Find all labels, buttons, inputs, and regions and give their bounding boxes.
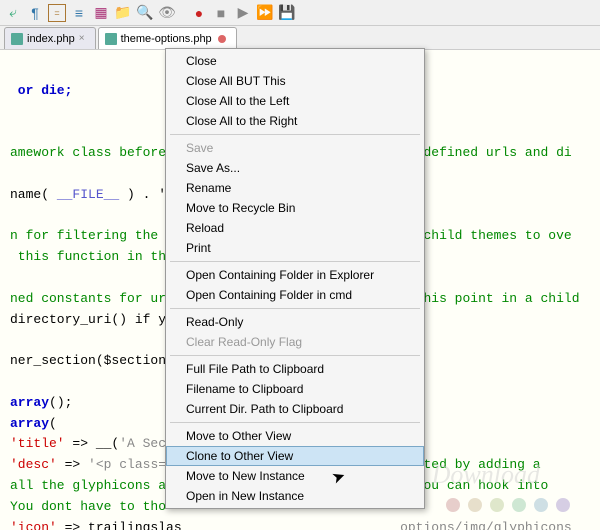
dot-icon [556, 498, 570, 512]
toolbar-icon-show-whitespace[interactable]: ¶ [26, 4, 44, 22]
toolbar-icon-word-wrap[interactable]: ⤶ [4, 4, 22, 22]
menu-item-close[interactable]: Close [166, 51, 424, 71]
menu-item-rename[interactable]: Rename [166, 178, 424, 198]
menu-item-move-to-other-view[interactable]: Move to Other View [166, 426, 424, 446]
tab-theme-options-php[interactable]: theme-options.php [98, 27, 237, 49]
toolbar-icon-doc-map[interactable]: ▦ [92, 4, 110, 22]
menu-item-current-dir-path-to-clipboard[interactable]: Current Dir. Path to Clipboard [166, 399, 424, 419]
menu-item-save: Save [166, 138, 424, 158]
toolbar-icon-folder[interactable]: 📁 [114, 4, 132, 22]
toolbar-icon-eye[interactable]: 👁 [158, 4, 176, 22]
menu-separator [170, 422, 420, 423]
menu-item-open-containing-folder-in-cmd[interactable]: Open Containing Folder in cmd [166, 285, 424, 305]
watermark-dots [446, 498, 570, 512]
toolbar-icon-function-list[interactable]: ≡ [70, 4, 88, 22]
menu-item-clone-to-other-view[interactable]: Clone to Other View [166, 446, 424, 466]
toolbar-icon-record[interactable]: ● [190, 4, 208, 22]
dot-icon [534, 498, 548, 512]
toolbar-icon-save-macro[interactable]: 💾 [278, 4, 296, 22]
code-line: or die; [10, 83, 72, 98]
menu-item-close-all-to-the-left[interactable]: Close All to the Left [166, 91, 424, 111]
tab-bar: index.php × theme-options.php [0, 26, 600, 50]
file-icon [11, 33, 23, 45]
dot-icon [512, 498, 526, 512]
tab-label: index.php [27, 33, 75, 45]
toolbar-icon-play[interactable]: ▶ [234, 4, 252, 22]
menu-item-full-file-path-to-clipboard[interactable]: Full File Path to Clipboard [166, 359, 424, 379]
menu-item-print[interactable]: Print [166, 238, 424, 258]
toolbar-icon-indent-guide[interactable]: = [48, 4, 66, 22]
close-icon[interactable]: × [79, 33, 85, 44]
menu-separator [170, 261, 420, 262]
toolbar-icon-zoom[interactable]: 🔍 [136, 4, 154, 22]
menu-item-read-only[interactable]: Read-Only [166, 312, 424, 332]
tab-label: theme-options.php [121, 33, 212, 45]
code-line: amework class before [10, 145, 174, 160]
menu-item-move-to-new-instance[interactable]: Move to New Instance [166, 466, 424, 486]
menu-item-close-all-but-this[interactable]: Close All BUT This [166, 71, 424, 91]
file-icon [105, 33, 117, 45]
toolbar-icon-stop[interactable]: ■ [212, 4, 230, 22]
toolbar: ⤶ ¶ = ≡ ▦ 📁 🔍 👁 ● ■ ▶ ⏩ 💾 [0, 0, 600, 26]
modified-indicator-icon [218, 35, 226, 43]
menu-item-save-as[interactable]: Save As... [166, 158, 424, 178]
menu-item-reload[interactable]: Reload [166, 218, 424, 238]
tab-index-php[interactable]: index.php × [4, 27, 96, 49]
menu-item-clear-read-only-flag: Clear Read-Only Flag [166, 332, 424, 352]
menu-item-close-all-to-the-right[interactable]: Close All to the Right [166, 111, 424, 131]
menu-item-open-containing-folder-in-explorer[interactable]: Open Containing Folder in Explorer [166, 265, 424, 285]
menu-separator [170, 134, 420, 135]
menu-item-move-to-recycle-bin[interactable]: Move to Recycle Bin [166, 198, 424, 218]
menu-item-open-in-new-instance[interactable]: Open in New Instance [166, 486, 424, 506]
menu-separator [170, 355, 420, 356]
dot-icon [468, 498, 482, 512]
menu-item-filename-to-clipboard[interactable]: Filename to Clipboard [166, 379, 424, 399]
toolbar-icon-play-multi[interactable]: ⏩ [256, 4, 274, 22]
dot-icon [446, 498, 460, 512]
tab-context-menu: CloseClose All BUT ThisClose All to the … [165, 48, 425, 509]
menu-separator [170, 308, 420, 309]
dot-icon [490, 498, 504, 512]
